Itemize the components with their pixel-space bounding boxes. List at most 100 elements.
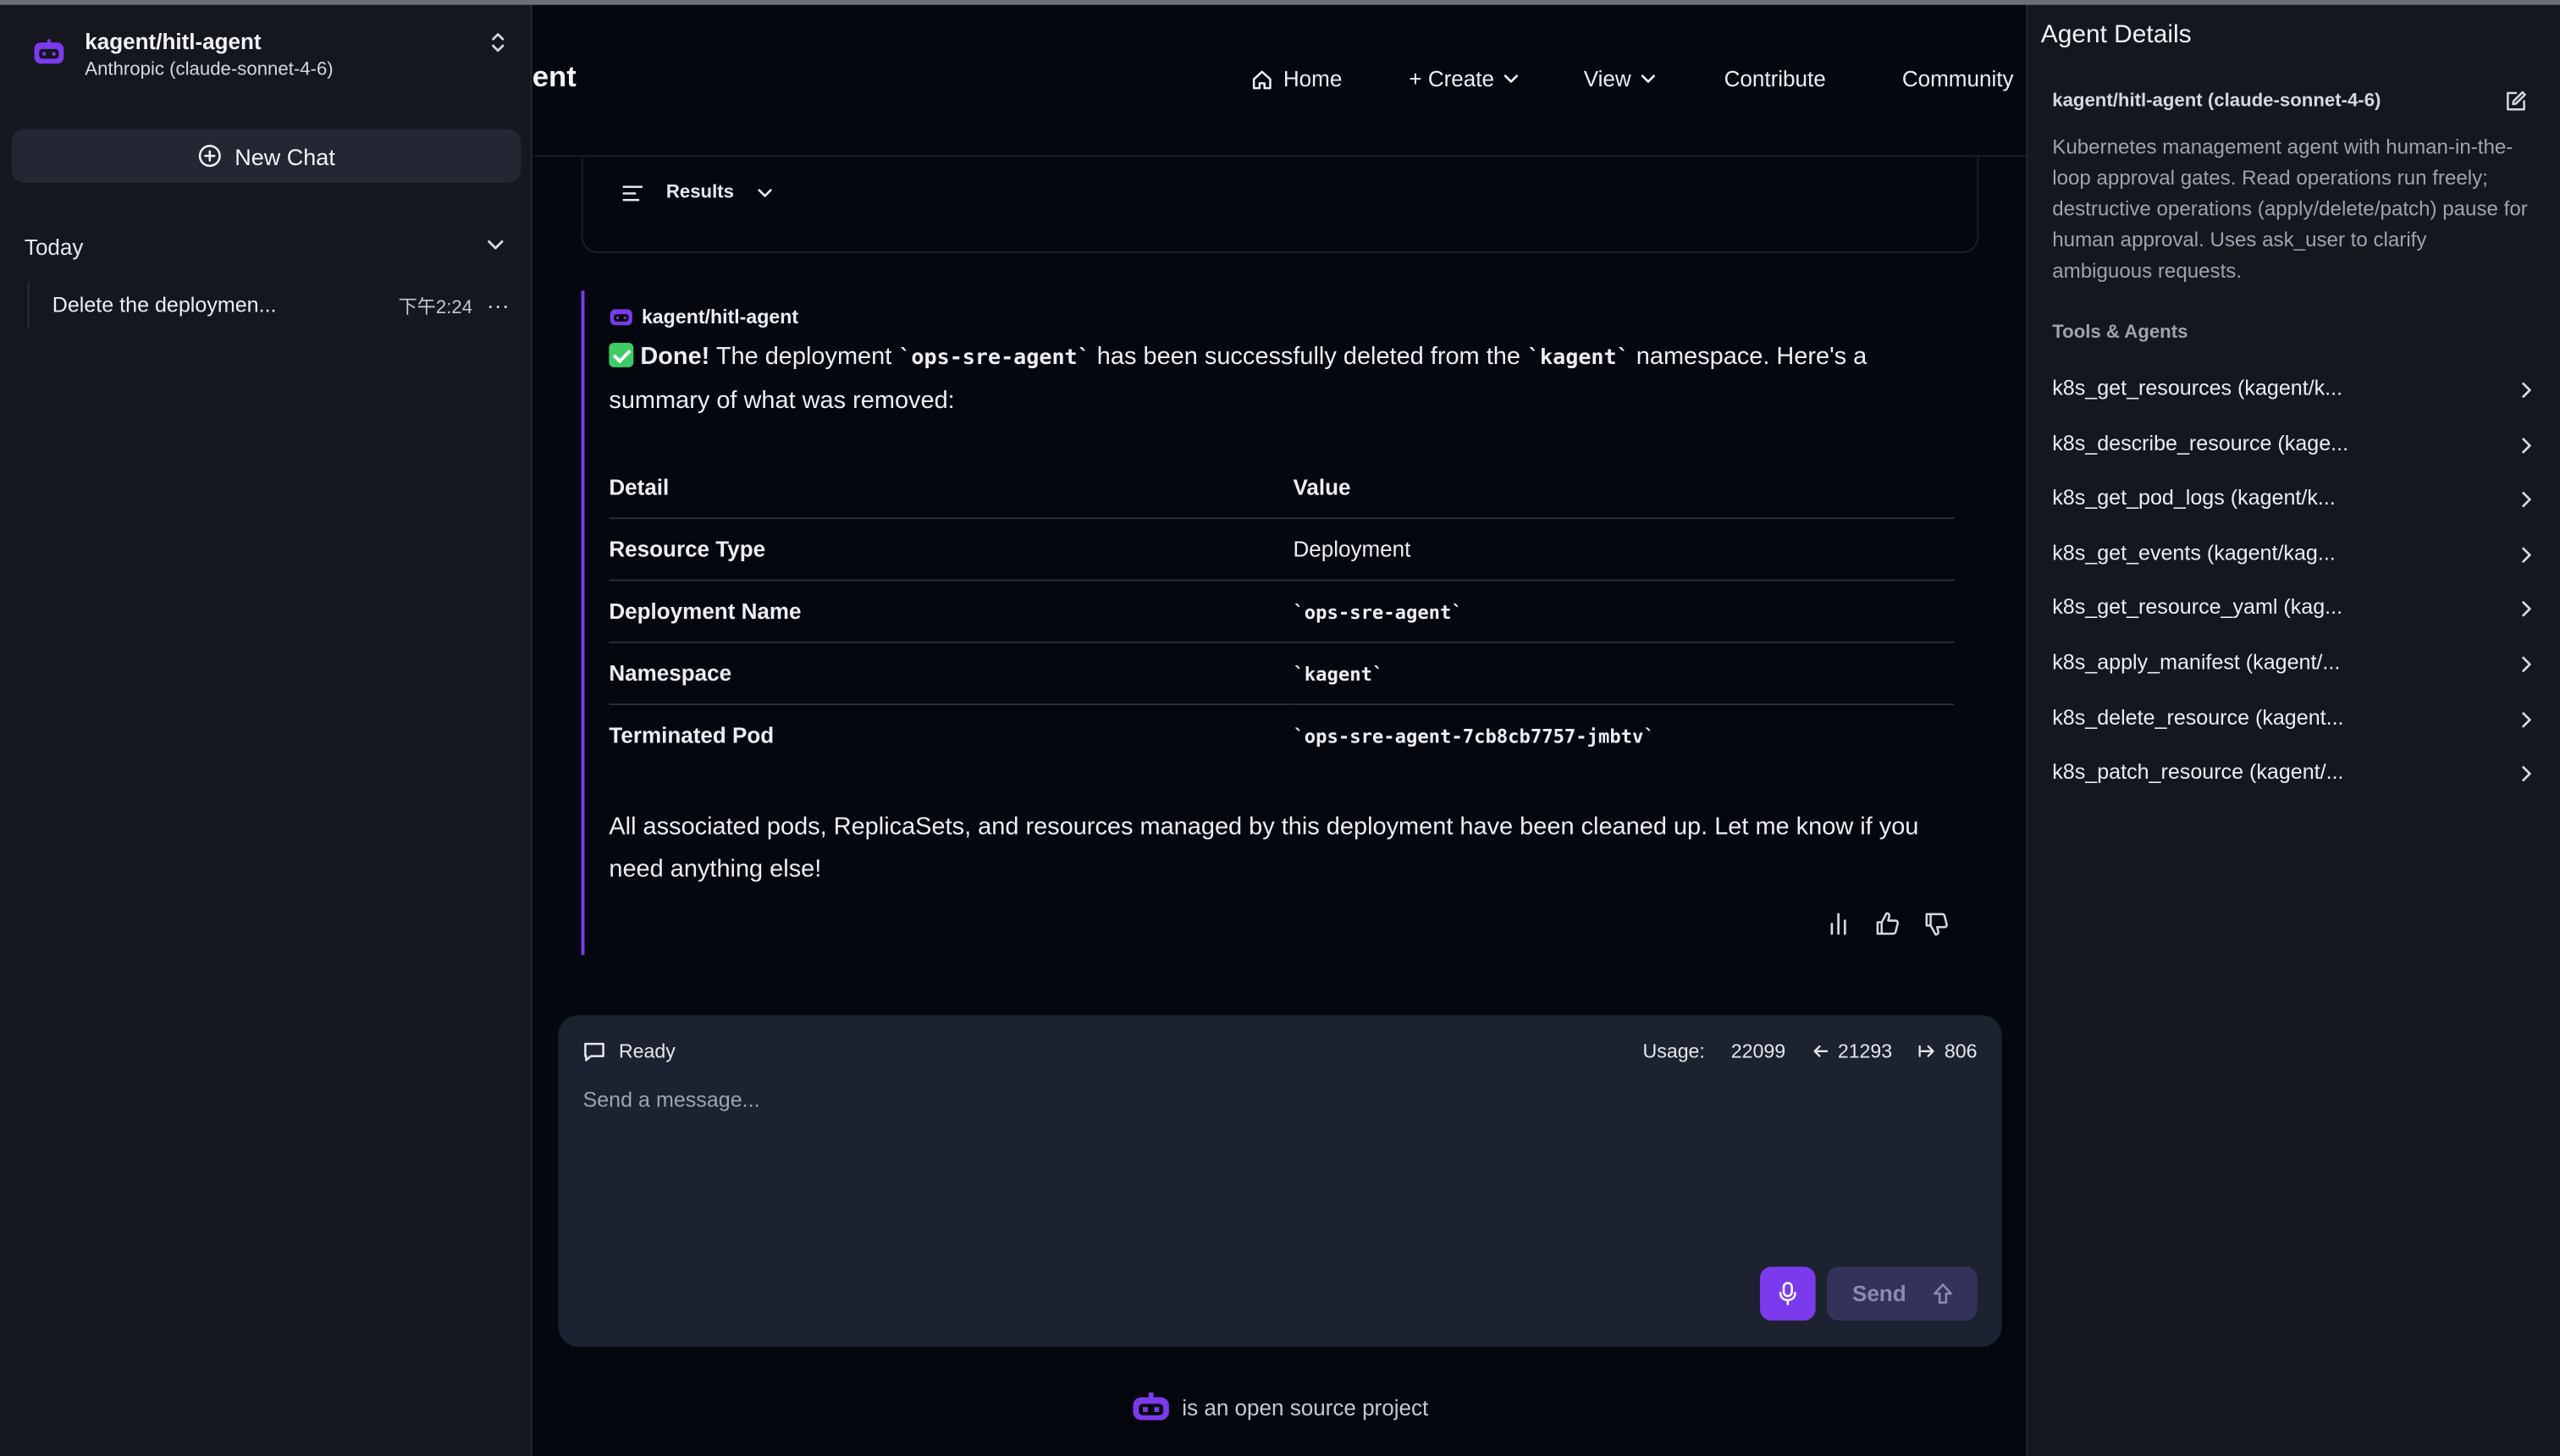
chevron-down-icon [757, 188, 771, 196]
nav-view[interactable]: View [1584, 67, 1656, 91]
table-cell-value: `ops-sre-agent-7cb8cb7757-jmbtv` [1293, 703, 1954, 765]
sender-name: kagent/hitl-agent [641, 305, 799, 328]
chat-time: 下午2:24 [398, 298, 473, 319]
table-cell-key: Resource Type [609, 517, 1294, 581]
checkmark-icon [609, 342, 634, 367]
tool-name: k8s_apply_manifest (kagent/... [2052, 649, 2341, 675]
table-row: Terminated Pod `ops-sre-agent-7cb8cb7757… [609, 703, 1954, 765]
code-value: `ops-sre-agent` [1293, 599, 1463, 623]
tool-item[interactable]: k8s_get_events (kagent/kag... [2052, 540, 2535, 573]
chevron-right-icon [2522, 712, 2531, 728]
intro-text-2: has been successfully deleted from the [1090, 342, 1527, 371]
table-cell-key: Namespace [609, 641, 1294, 705]
column-header: Value [1293, 458, 1955, 519]
code-value: `kagent` [1293, 661, 1384, 685]
chevron-right-icon [2522, 438, 2531, 454]
plus-circle-icon [198, 145, 221, 168]
chat-history-item[interactable]: Delete the deploymen... 下午2:24 ··· [27, 282, 511, 328]
footer-note: is an open source project [1132, 1392, 1428, 1422]
deployment-code: `ops-sre-agent` [898, 345, 1090, 371]
chevron-down-icon [1641, 74, 1656, 83]
tool-name: k8s_patch_resource (kagent/... [2052, 758, 2344, 784]
section-today-toggle[interactable]: Today [25, 234, 508, 260]
tool-results-card: Results [581, 155, 1979, 253]
tool-item[interactable]: k8s_get_pod_logs (kagent/k... [2052, 485, 2535, 518]
chevron-right-icon [2522, 491, 2531, 508]
bar-chart-icon[interactable] [1825, 911, 1851, 937]
agent-details-panel: Agent Details kagent/hitl-agent (claude-… [2026, 4, 2560, 1456]
chat-bubble-icon [584, 1041, 604, 1061]
message-actions [1825, 911, 1950, 937]
chevron-right-icon [2522, 547, 2531, 563]
table-cell-key: Terminated Pod [609, 722, 775, 747]
done-text: Done! [640, 342, 710, 371]
chevron-right-icon [2522, 382, 2531, 398]
tool-item[interactable]: k8s_apply_manifest (kagent/... [2052, 649, 2535, 682]
nav-home[interactable]: Home [1250, 67, 1342, 91]
arrow-up-icon [1933, 1283, 1951, 1304]
updown-icon [492, 33, 505, 52]
table-header-row: Detail Value [609, 458, 1955, 519]
mic-button[interactable] [1760, 1266, 1816, 1321]
kagent-logo-icon [34, 39, 64, 64]
table-cell-value: `ops-sre-agent` [1293, 579, 1955, 643]
table-row: Resource Type Deployment [609, 517, 1955, 581]
table-cell-value: `kagent` [1293, 641, 1955, 705]
main-content: ent Home + Create View Contribute Commun… [532, 4, 2027, 1456]
send-button[interactable]: Send [1827, 1266, 1978, 1321]
summary-table: Detail Value Resource Type Deployment De… [609, 458, 1955, 766]
agent-switcher[interactable]: kagent/hitl-agent Anthropic (claude-sonn… [23, 25, 513, 90]
results-label: Results [665, 182, 734, 203]
token-usage: Usage: 22099 21293 806 [1643, 1040, 1978, 1062]
agent-model: Anthropic (claude-sonnet-4-6) [85, 60, 334, 80]
chevron-right-icon [2522, 765, 2531, 782]
send-label: Send [1851, 1281, 1906, 1306]
app-root: kagent/hitl-agent Anthropic (claude-sonn… [0, 0, 2560, 1456]
details-agent-name: kagent/hitl-agent (claude-sonnet-4-6) [2052, 91, 2381, 112]
message-intro: Done! The deployment `ops-sre-agent` has… [609, 336, 1964, 422]
chevron-down-icon [1504, 74, 1519, 83]
tool-item[interactable]: k8s_get_resource_yaml (kag... [2052, 594, 2535, 627]
chat-title: Delete the deploymen... [52, 292, 277, 317]
thumbs-down-icon[interactable] [1923, 911, 1950, 937]
results-toggle[interactable]: Results [622, 183, 772, 202]
tools-section-label: Tools & Agents [2052, 323, 2188, 343]
table-cell-value: Deployment [1293, 517, 1955, 581]
tool-item[interactable]: k8s_describe_resource (kage... [2052, 431, 2535, 464]
usage-output: 806 [1944, 1040, 1978, 1063]
tool-name: k8s_get_events (kagent/kag... [2052, 540, 2336, 565]
top-nav: ent Home + Create View Contribute Commun… [532, 5, 2027, 157]
home-icon [1252, 69, 1272, 89]
edit-icon[interactable] [2504, 90, 2527, 113]
chevron-right-icon [2522, 601, 2531, 617]
tool-item[interactable]: k8s_delete_resource (kagent... [2052, 705, 2535, 738]
nav-contribute[interactable]: Contribute [1724, 67, 1826, 91]
nav-community[interactable]: Community [1902, 67, 2014, 91]
section-label: Today [24, 234, 84, 260]
table-cell-key: Deployment Name [609, 579, 1294, 643]
table-row: Namespace `kagent` [609, 641, 1955, 705]
new-chat-button[interactable]: New Chat [11, 129, 521, 183]
window-top-border [0, 0, 2560, 5]
chat-status: Ready [583, 1040, 676, 1062]
agent-description: Kubernetes management agent with human-i… [2052, 135, 2528, 283]
tool-item[interactable]: k8s_get_resources (kagent/k... [2052, 376, 2535, 409]
tool-name: k8s_describe_resource (kage... [2052, 431, 2349, 455]
message-outro: All associated pods, ReplicaSets, and re… [609, 813, 1919, 884]
sidebar: kagent/hitl-agent Anthropic (claude-sonn… [0, 4, 532, 1456]
agent-message: kagent/hitl-agent Done! The deployment `… [581, 290, 1979, 956]
brand-title: ent [532, 60, 577, 93]
thumbs-up-icon[interactable] [1874, 911, 1901, 937]
message-input[interactable] [582, 1087, 1971, 1257]
table-row: Deployment Name `ops-sre-agent` [609, 579, 1955, 643]
nav-create[interactable]: + Create [1409, 67, 1519, 91]
nav-create-label: + Create [1409, 67, 1494, 91]
chevron-down-icon [488, 240, 504, 250]
status-text: Ready [618, 1040, 676, 1063]
new-chat-label: New Chat [234, 142, 335, 169]
tool-name: k8s_get_resources (kagent/k... [2052, 375, 2343, 400]
tool-item[interactable]: k8s_patch_resource (kagent/... [2052, 759, 2535, 792]
code-value: `ops-sre-agent-7cb8cb7757-jmbtv` [1293, 724, 1655, 747]
more-options-icon[interactable]: ··· [487, 292, 510, 318]
namespace-code: `kagent` [1526, 345, 1630, 371]
